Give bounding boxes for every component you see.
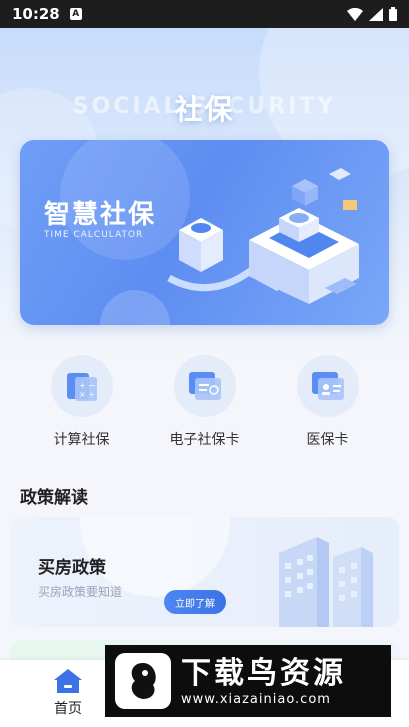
service-label: 电子社保卡	[169, 432, 240, 448]
section-title: 政策解读	[20, 488, 88, 508]
signal-icon	[369, 7, 383, 21]
service-grid: + − × ÷ 计算社保 电子社保卡 医保卡	[0, 355, 409, 455]
watermark-url: www.xiazainiao.com	[181, 691, 331, 707]
status-icons	[347, 7, 397, 21]
battery-icon	[389, 7, 397, 21]
tab-home-label: 首页	[54, 701, 82, 717]
wifi-icon	[347, 7, 363, 21]
policy-title: 买房政策	[38, 558, 106, 578]
banner-subtitle: TIME CALCULATOR	[44, 230, 144, 240]
watermark-text: 下载鸟资源	[181, 655, 346, 691]
buildings-illustration	[279, 537, 373, 627]
service-electronic-card[interactable]: 电子社保卡	[150, 355, 260, 455]
status-bar: 10:28 A	[0, 0, 409, 28]
medical-card-icon	[296, 355, 359, 417]
watermark-overlay: 下载鸟资源 www.xiazainiao.com	[105, 645, 391, 717]
service-calculate[interactable]: + − × ÷ 计算社保	[27, 355, 137, 455]
bird-logo-icon	[115, 653, 171, 709]
tab-home[interactable]: 首页	[38, 668, 98, 718]
service-label: 医保卡	[306, 432, 349, 448]
isometric-building-illustration	[167, 168, 359, 304]
banner-title: 智慧社保	[44, 200, 157, 230]
svg-text:× ÷: × ÷	[79, 390, 95, 399]
learn-more-button[interactable]: 立即了解	[164, 590, 226, 614]
policy-subtitle: 买房政策要知道	[38, 585, 123, 599]
calculator-icon: + − × ÷	[50, 355, 113, 417]
notification-icon: A	[69, 8, 82, 20]
status-time: 10:28	[12, 5, 60, 23]
hero-banner[interactable]: 智慧社保 TIME CALCULATOR	[20, 140, 389, 325]
service-medical-card[interactable]: 医保卡	[273, 355, 383, 455]
service-label: 计算社保	[53, 432, 110, 448]
page-title: 社保	[174, 93, 235, 126]
policy-card[interactable]: 买房政策 买房政策要知道 立即了解	[10, 517, 399, 627]
social-card-icon	[173, 355, 236, 417]
svg-text:+ −: + −	[79, 381, 95, 390]
home-icon	[54, 669, 82, 693]
